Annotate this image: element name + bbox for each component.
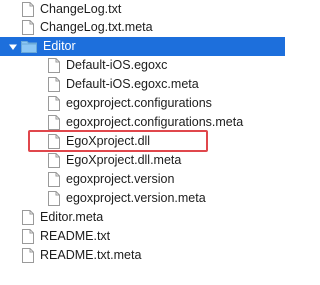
document-icon — [48, 96, 60, 111]
tree-item-egoxproject-configurations-meta[interactable]: egoxproject.configurations.meta — [0, 113, 285, 132]
tree-item-egoxproject-version[interactable]: egoxproject.version — [0, 170, 285, 189]
tree-item-label: egoxproject.configurations — [66, 96, 212, 110]
tree-item-readme[interactable]: README.txt — [0, 227, 285, 246]
folder-icon — [21, 41, 37, 53]
tree-item-egoxproject-version-meta[interactable]: egoxproject.version.meta — [0, 189, 285, 208]
tree-item-label: ChangeLog.txt.meta — [40, 20, 153, 34]
tree-item-label: EgoXproject.dll — [66, 134, 151, 148]
tree-item-egoxproject-configurations[interactable]: egoxproject.configurations — [0, 94, 285, 113]
tree-item-label: Editor.meta — [40, 210, 104, 224]
tree-item-label: egoxproject.version.meta — [66, 191, 206, 205]
document-icon — [48, 172, 60, 187]
tree-item-egoxproject-dll-meta[interactable]: EgoXproject.dll.meta — [0, 151, 285, 170]
file-tree: ChangeLog.txt ChangeLog.txt.meta Editor … — [0, 0, 285, 285]
document-icon — [48, 153, 60, 168]
tree-item-label: README.txt — [40, 229, 111, 243]
document-icon — [22, 210, 34, 225]
document-icon — [48, 191, 60, 206]
document-icon — [22, 20, 34, 35]
document-icon — [48, 115, 60, 130]
document-icon — [22, 2, 34, 17]
tree-item-label: Default-iOS.egoxc — [66, 58, 168, 72]
tree-item-label: Default-iOS.egoxc.meta — [66, 77, 199, 91]
tree-item-label: egoxproject.configurations.meta — [66, 115, 244, 129]
tree-item-label: EgoXproject.dll.meta — [66, 153, 182, 167]
tree-item-readme-meta[interactable]: README.txt.meta — [0, 246, 285, 265]
disclosure-triangle-expanded-icon[interactable] — [8, 42, 18, 52]
document-icon — [22, 248, 34, 263]
document-icon — [48, 134, 60, 149]
tree-item-editor-folder[interactable]: Editor — [0, 37, 285, 56]
tree-item-label: README.txt.meta — [40, 248, 142, 262]
tree-item-label: egoxproject.version — [66, 172, 175, 186]
tree-item-default-ios-egoxc[interactable]: Default-iOS.egoxc — [0, 56, 285, 75]
tree-item-changelog[interactable]: ChangeLog.txt — [0, 0, 285, 19]
tree-item-default-ios-egoxc-meta[interactable]: Default-iOS.egoxc.meta — [0, 75, 285, 94]
tree-item-editor-meta[interactable]: Editor.meta — [0, 208, 285, 227]
document-icon — [22, 229, 34, 244]
tree-item-changelog-meta[interactable]: ChangeLog.txt.meta — [0, 18, 285, 37]
document-icon — [48, 58, 60, 73]
tree-item-label: Editor — [43, 39, 76, 53]
tree-item-egoxproject-dll[interactable]: EgoXproject.dll — [0, 132, 285, 151]
document-icon — [48, 77, 60, 92]
tree-item-label: ChangeLog.txt — [40, 2, 122, 16]
